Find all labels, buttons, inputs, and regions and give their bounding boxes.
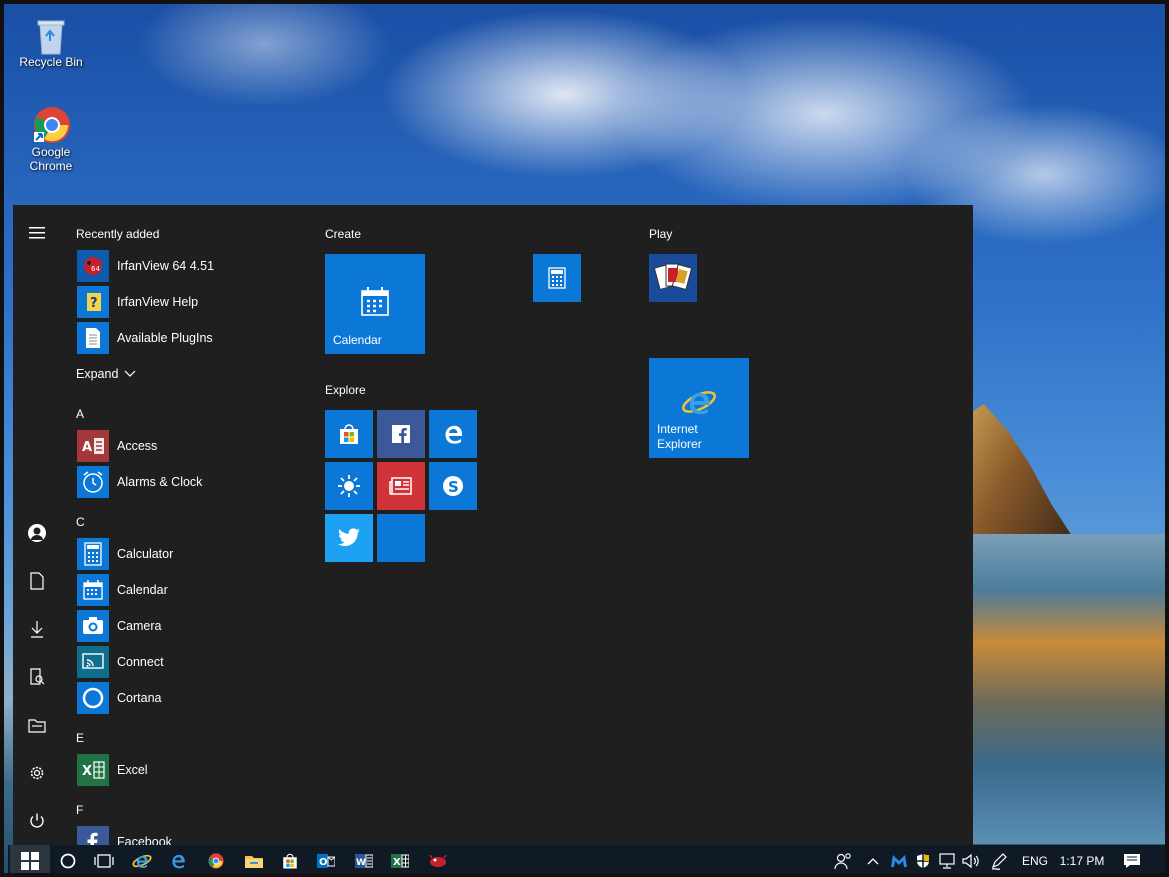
chevron-up-icon xyxy=(867,858,879,865)
tile-group-create-heading[interactable]: Create xyxy=(325,227,361,241)
wallpaper-sea xyxy=(964,534,1165,844)
tile-store[interactable] xyxy=(325,410,373,458)
notifications-icon xyxy=(1124,854,1140,868)
taskbar-edge[interactable] xyxy=(160,845,196,873)
internet-explorer-icon xyxy=(681,384,717,420)
language-label: ENG xyxy=(1021,854,1048,868)
tile-edge[interactable] xyxy=(429,410,477,458)
people-button[interactable] xyxy=(828,845,858,873)
clock-time: 1:17 PM xyxy=(1059,854,1105,868)
excel-icon: X xyxy=(391,854,409,868)
security-tray-button[interactable] xyxy=(910,845,936,873)
input-language-button[interactable]: ENG xyxy=(1020,845,1050,873)
taskbar-chrome[interactable] xyxy=(198,845,234,873)
twitter-icon xyxy=(337,527,361,549)
screen-frame: Recycle Bin Google Chrome Recently added… xyxy=(0,0,1169,877)
svg-text:O: O xyxy=(319,857,328,868)
facebook-icon xyxy=(391,424,411,444)
svg-text:W: W xyxy=(356,858,366,868)
edge-icon xyxy=(441,422,465,446)
store-icon xyxy=(337,422,361,446)
chrome-icon xyxy=(33,106,70,143)
taskbar: O W X ENG 1:17 PM xyxy=(8,845,1165,873)
speaker-icon xyxy=(962,853,979,869)
recycle-bin-shortcut[interactable]: Recycle Bin xyxy=(16,16,86,69)
taskbar-file-explorer[interactable] xyxy=(236,845,272,873)
tile-internet-explorer-label: Internet Explorer xyxy=(657,422,702,452)
tile-twitter[interactable] xyxy=(325,514,373,562)
show-hidden-icons-button[interactable] xyxy=(860,845,886,873)
network-tray-button[interactable] xyxy=(934,845,960,873)
tile-blank[interactable] xyxy=(377,514,425,562)
recycle-bin-label: Recycle Bin xyxy=(19,55,83,69)
start-button[interactable] xyxy=(10,845,50,873)
tile-ie-label-line2: Explorer xyxy=(657,437,702,451)
tile-group-explore-heading[interactable]: Explore xyxy=(325,383,366,397)
outlook-icon: O xyxy=(317,854,335,868)
tile-calendar-label: Calendar xyxy=(333,333,382,347)
chrome-icon xyxy=(208,853,224,869)
skype-icon: S xyxy=(441,474,465,498)
wallpaper-cliff xyxy=(964,404,1074,539)
start-menu: Recently added 64 IrfanView 64 4.51 ? Ir… xyxy=(13,205,973,845)
svg-text:S: S xyxy=(448,478,459,496)
cortana-search-button[interactable] xyxy=(50,845,86,873)
internet-explorer-icon xyxy=(132,854,152,868)
tile-solitaire[interactable] xyxy=(649,254,697,302)
task-view-icon xyxy=(94,854,114,868)
sun-icon xyxy=(337,474,361,498)
edge-icon xyxy=(172,854,185,869)
tile-calendar[interactable]: Calendar xyxy=(325,254,425,354)
tile-ie-label-line1: Internet xyxy=(657,422,698,436)
pen-icon xyxy=(991,853,1007,870)
recycle-bin-icon xyxy=(33,16,69,55)
tile-news[interactable] xyxy=(377,462,425,510)
tile-skype[interactable]: S xyxy=(429,462,477,510)
taskbar-internet-explorer[interactable] xyxy=(124,845,160,873)
tile-facebook[interactable] xyxy=(377,410,425,458)
tile-group-play-heading[interactable]: Play xyxy=(649,227,672,241)
windows-logo-icon xyxy=(21,852,39,870)
malwarebytes-tray-button[interactable] xyxy=(886,845,912,873)
shield-icon xyxy=(917,854,929,868)
google-chrome-shortcut[interactable]: Google Chrome xyxy=(16,106,86,173)
taskbar-word[interactable]: W xyxy=(346,845,382,873)
action-center-button[interactable] xyxy=(1114,845,1150,873)
network-icon xyxy=(939,853,955,869)
tiles-area: Create Calendar Explore S Play Internet … xyxy=(13,205,973,845)
windows-ink-button[interactable] xyxy=(984,845,1014,873)
store-icon xyxy=(283,853,297,869)
cortana-circle-icon xyxy=(60,853,76,869)
calendar-icon xyxy=(359,284,391,318)
calculator-icon xyxy=(547,266,567,290)
word-icon: W xyxy=(355,854,373,868)
taskbar-outlook[interactable]: O xyxy=(308,845,344,873)
google-chrome-label: Google Chrome xyxy=(29,145,73,173)
people-icon xyxy=(834,853,851,870)
taskbar-excel[interactable]: X xyxy=(382,845,418,873)
task-view-button[interactable] xyxy=(86,845,122,873)
tile-calculator[interactable] xyxy=(533,254,581,302)
malwarebytes-icon xyxy=(891,855,907,867)
taskbar-irfanview[interactable] xyxy=(420,845,456,873)
playing-cards-icon xyxy=(653,260,693,296)
tile-weather[interactable] xyxy=(325,462,373,510)
clock-button[interactable]: 1:17 PM xyxy=(1052,845,1112,873)
irfanview-icon xyxy=(429,854,447,867)
svg-text:X: X xyxy=(393,857,401,868)
tile-internet-explorer[interactable]: Internet Explorer xyxy=(649,358,749,458)
folder-icon xyxy=(245,856,263,868)
taskbar-store[interactable] xyxy=(272,845,308,873)
volume-tray-button[interactable] xyxy=(958,845,984,873)
news-icon xyxy=(389,475,413,497)
